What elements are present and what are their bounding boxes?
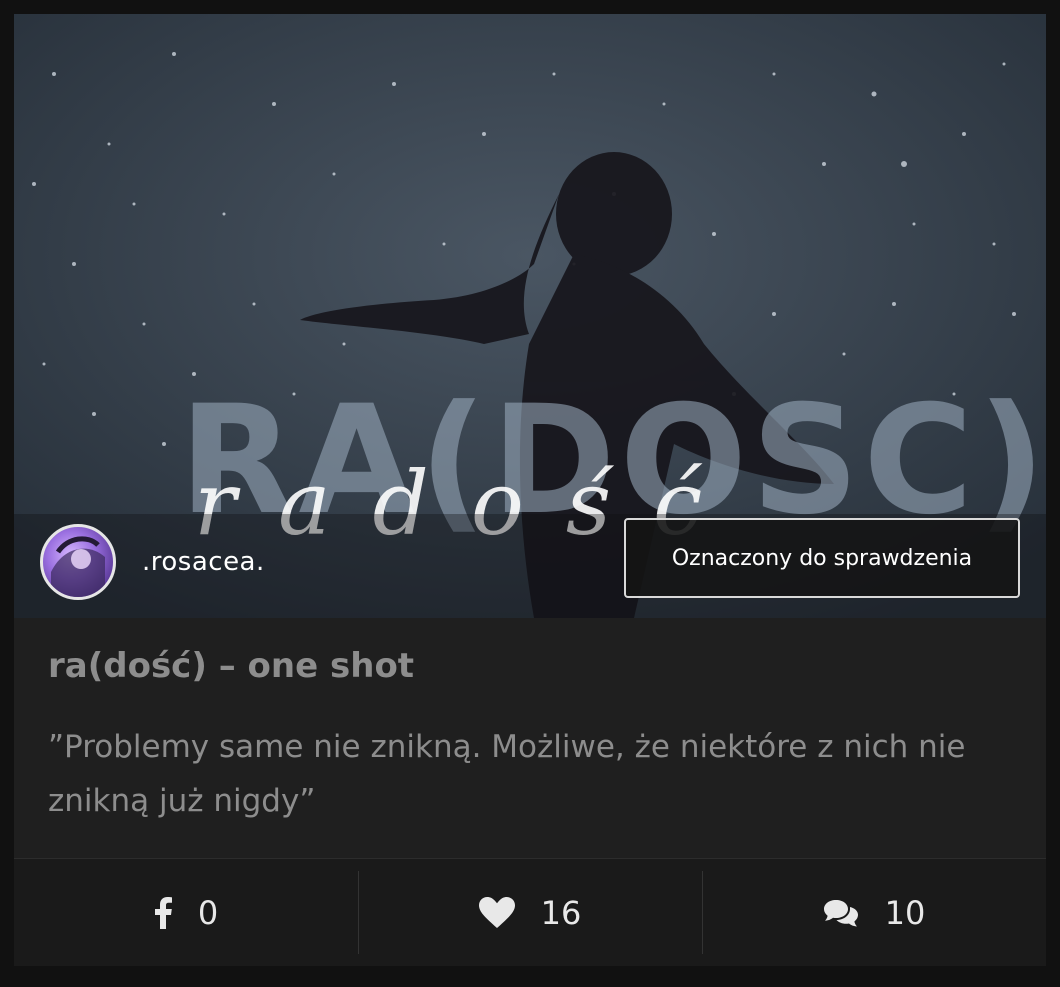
like-button[interactable]: 16 xyxy=(358,859,702,966)
facebook-share-button[interactable]: 0 xyxy=(14,859,358,966)
facebook-icon xyxy=(154,896,172,929)
comments-icon xyxy=(823,898,859,928)
review-status-badge: Oznaczony do sprawdzenia xyxy=(624,518,1020,598)
author-name[interactable]: .rosacea. xyxy=(142,547,265,577)
facebook-count: 0 xyxy=(197,893,219,932)
story-card[interactable]: RA(DOSC) radość .rosacea. Oznaczony do s… xyxy=(14,14,1046,966)
avatar-image xyxy=(51,536,105,597)
story-info[interactable]: ra(dość) – one shot ”Problemy same nie z… xyxy=(48,646,1018,828)
like-count: 16 xyxy=(540,893,582,932)
author-avatar[interactable] xyxy=(40,524,116,600)
heart-icon xyxy=(478,896,515,929)
comment-count: 10 xyxy=(884,893,926,932)
comments-button[interactable]: 10 xyxy=(702,859,1046,966)
cover-image[interactable]: RA(DOSC) radość .rosacea. Oznaczony do s… xyxy=(14,14,1046,618)
stats-bar: 0 16 10 xyxy=(14,859,1046,966)
author[interactable]: .rosacea. xyxy=(40,524,265,600)
story-title[interactable]: ra(dość) – one shot xyxy=(48,646,1018,686)
story-description: ”Problemy same nie znikną. Możliwe, że n… xyxy=(48,729,966,819)
